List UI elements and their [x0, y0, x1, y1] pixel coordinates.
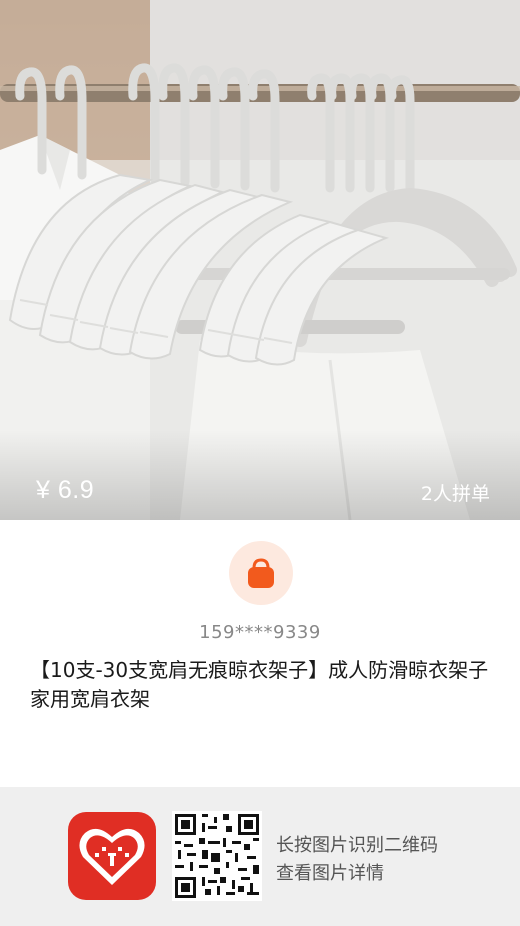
seller-phone: 159****9339 — [199, 622, 321, 643]
pinduoduo-logo-icon — [68, 812, 156, 900]
qr-hint-line2: 查看图片详情 — [276, 863, 384, 884]
product-image[interactable]: ¥ 6.9 2人拼单 — [0, 0, 520, 520]
qr-hint: 长按图片识别二维码 查看图片详情 — [276, 832, 438, 888]
product-title: 【10支-30支宽肩无痕晾衣架子】成人防滑晾衣架子家用宽肩衣架 — [30, 658, 489, 711]
qr-hint-line1: 长按图片识别二维码 — [276, 835, 438, 856]
shopping-bag-icon — [229, 541, 293, 605]
image-shade — [0, 430, 520, 520]
qr-code-icon[interactable] — [172, 811, 262, 901]
price-label: ¥ 6.9 — [36, 476, 95, 504]
group-buy-tag: 2人拼单 — [420, 483, 490, 505]
